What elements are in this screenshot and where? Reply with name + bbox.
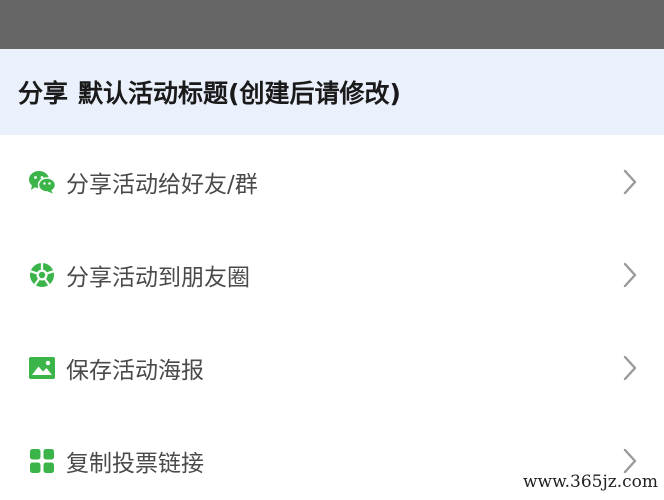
menu-item-save-poster[interactable]: 保存活动海报 bbox=[0, 321, 664, 414]
menu-item-label: 复制投票链接 bbox=[66, 450, 204, 477]
activity-title: 默认活动标题(创建后请修改) bbox=[78, 79, 401, 108]
share-sheet-header: 分享 默认活动标题(创建后请修改) bbox=[0, 49, 664, 135]
menu-item-share-to-friends[interactable]: 分享活动给好友/群 bbox=[0, 135, 664, 228]
dimmed-overlay[interactable] bbox=[0, 0, 664, 49]
wechat-icon bbox=[28, 168, 56, 196]
chevron-right-icon bbox=[623, 262, 637, 287]
share-menu: 分享活动给好友/群 分享活动到朋友圈 保存活动海报 复制投票链接 bbox=[0, 135, 664, 500]
menu-item-label: 分享活动给好友/群 bbox=[66, 171, 258, 198]
menu-item-label: 分享活动到朋友圈 bbox=[66, 264, 250, 291]
menu-item-share-to-moments[interactable]: 分享活动到朋友圈 bbox=[0, 228, 664, 321]
header-prefix: 分享 bbox=[18, 79, 69, 108]
chevron-right-icon bbox=[623, 169, 637, 194]
menu-item-label: 保存活动海报 bbox=[66, 357, 204, 384]
chevron-right-icon bbox=[623, 448, 637, 473]
grid-icon bbox=[28, 447, 56, 475]
site-watermark: www.365jz.com bbox=[523, 472, 658, 492]
chevron-right-icon bbox=[623, 355, 637, 380]
moments-icon bbox=[28, 261, 56, 289]
image-icon bbox=[28, 354, 56, 382]
